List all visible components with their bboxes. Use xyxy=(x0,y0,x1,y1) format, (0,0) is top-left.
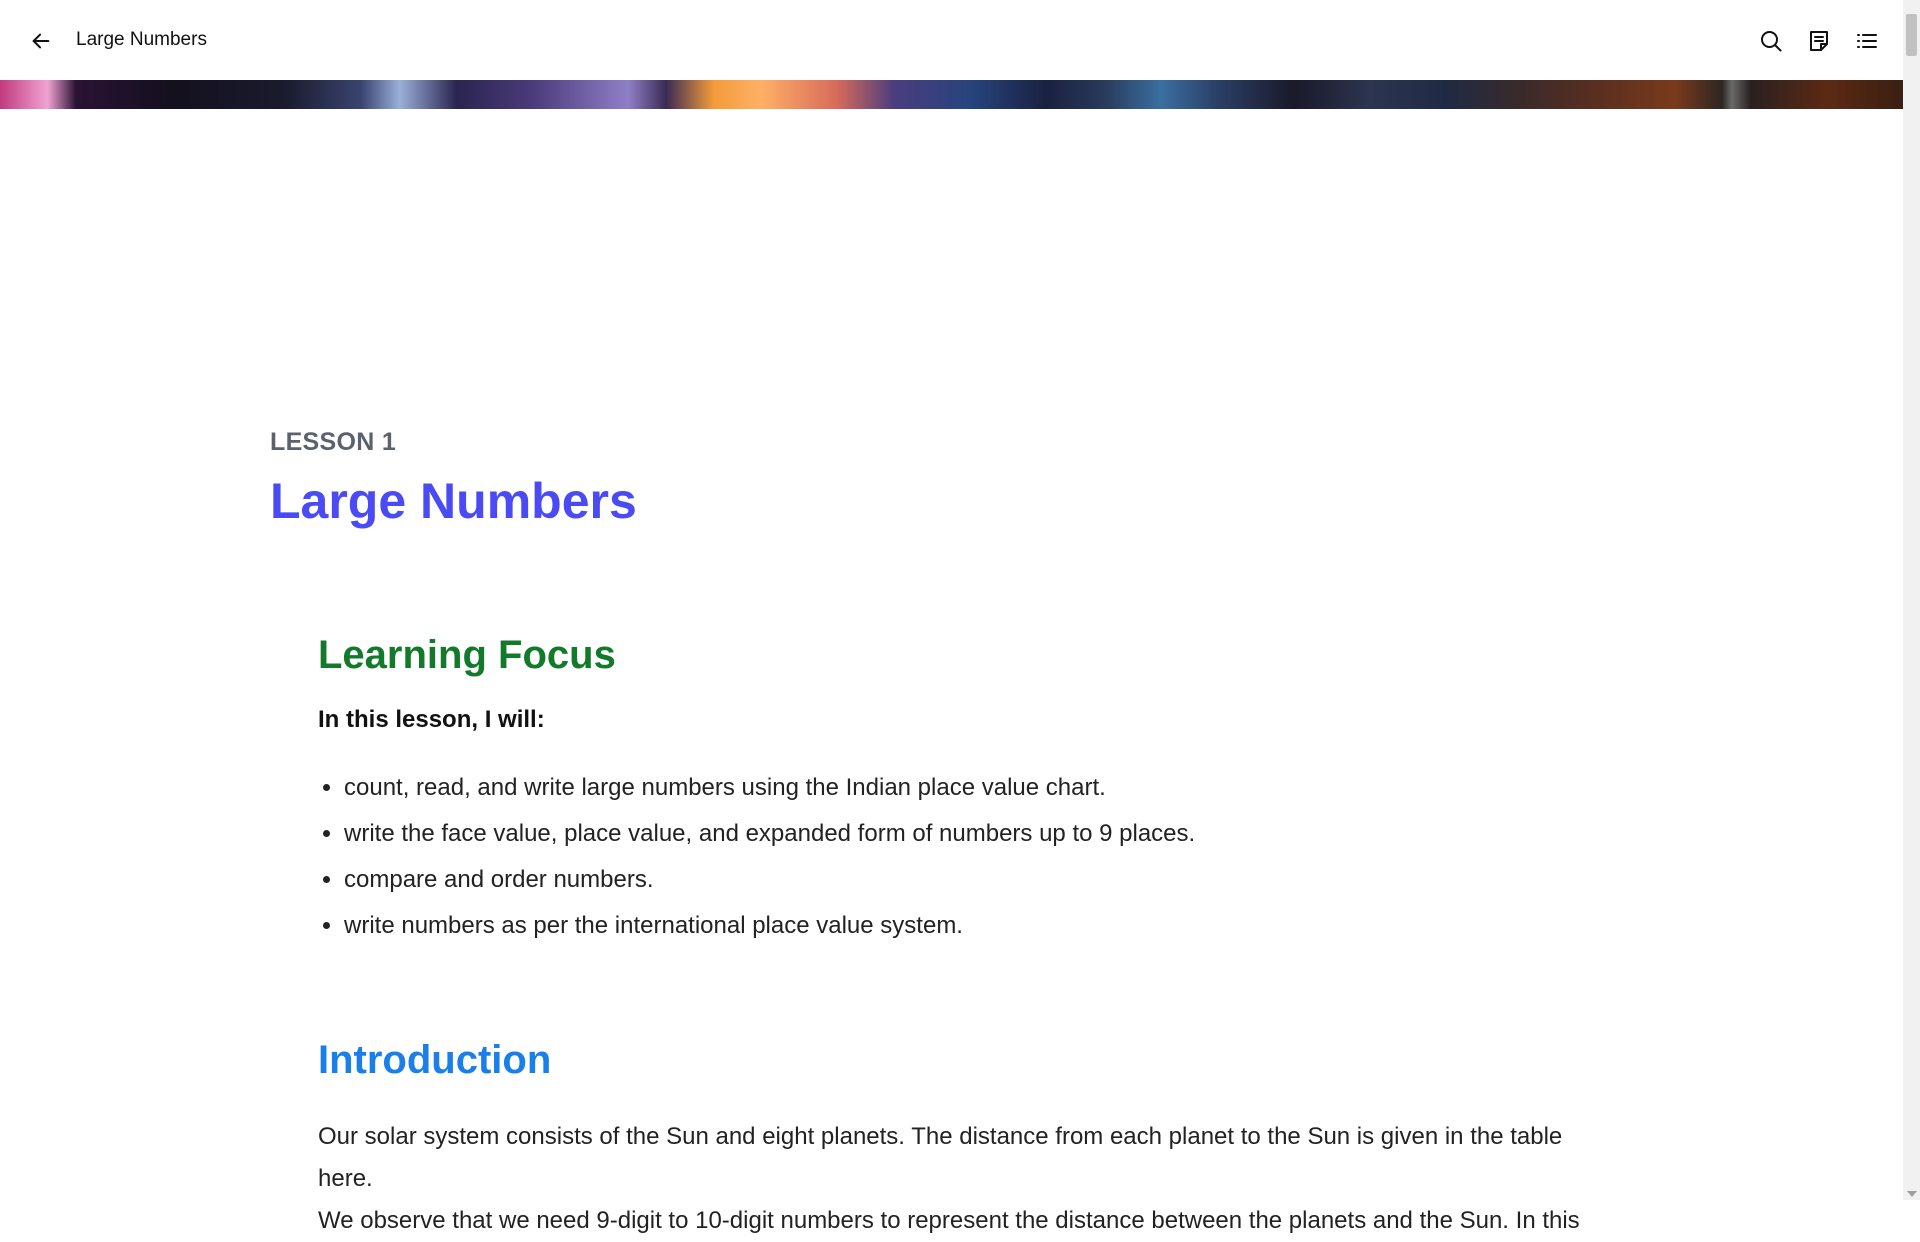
table-of-contents-icon xyxy=(1857,34,1877,48)
search-icon xyxy=(1761,31,1782,52)
lesson-title: Large Numbers xyxy=(270,473,637,529)
search-button[interactable] xyxy=(1756,26,1786,56)
scrollbar-thumb[interactable] xyxy=(1906,14,1917,56)
learning-focus-intro: In this lesson, I will: xyxy=(318,706,545,733)
introduction-heading: Introduction xyxy=(318,1038,552,1082)
introduction-paragraph: Our solar system consists of the Sun and… xyxy=(318,1116,1618,1242)
list-item: write the face value, place value, and e… xyxy=(344,814,1195,860)
back-button[interactable] xyxy=(26,26,56,56)
lesson-label: LESSON 1 xyxy=(270,428,397,456)
paragraph-line: Our solar system consists of the Sun and… xyxy=(318,1123,1563,1192)
notes-icon xyxy=(1810,31,1828,51)
list-item: compare and order numbers. xyxy=(344,860,1195,906)
vertical-scrollbar[interactable] xyxy=(1903,0,1920,1200)
paragraph-line: We observe that we need 9-digit to 10-di… xyxy=(318,1207,1580,1234)
table-of-contents-button[interactable] xyxy=(1852,26,1882,56)
learning-focus-list: count, read, and write large numbers usi… xyxy=(318,768,1195,952)
arrow-left-icon xyxy=(32,33,50,49)
scroll-down-arrow-icon[interactable] xyxy=(1907,1191,1917,1197)
learning-focus-heading: Learning Focus xyxy=(318,633,616,677)
app-title: Large Numbers xyxy=(76,29,207,50)
list-item: write numbers as per the international p… xyxy=(344,906,1195,952)
top-bar: Large Numbers xyxy=(0,0,1903,80)
lesson-banner-image xyxy=(0,80,1903,109)
notes-button[interactable] xyxy=(1804,26,1834,56)
list-item: count, read, and write large numbers usi… xyxy=(344,768,1195,814)
